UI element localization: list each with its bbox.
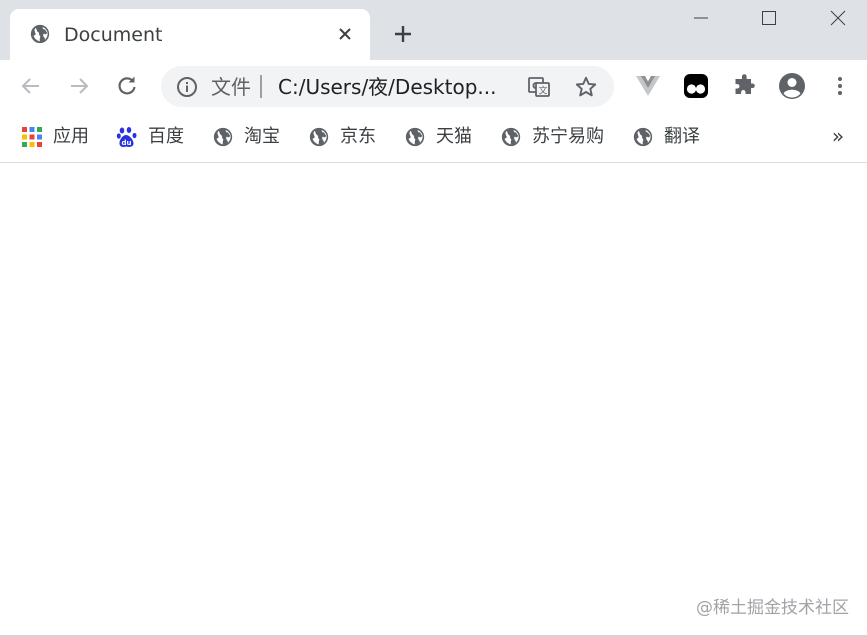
bookmarks-bar: 应用 du 百度 淘宝 京东 天猫 苏宁易购 翻译 » — [0, 112, 867, 163]
maximize-icon — [762, 11, 776, 25]
tampermonkey-extension[interactable] — [682, 72, 710, 100]
vue-devtools-icon — [636, 76, 660, 96]
globe-icon — [30, 24, 50, 44]
watermark-text: @稀土掘金技术社区 — [696, 598, 849, 618]
back-button[interactable] — [17, 72, 45, 100]
toolbar: 文件 C:/Users/夜/Desktop... G 文 — [0, 60, 867, 112]
profile-button[interactable] — [778, 72, 806, 100]
browser-menu-button[interactable] — [826, 72, 854, 100]
globe-icon — [405, 127, 425, 147]
minimize-button[interactable] — [686, 6, 716, 30]
bookmark-label: 百度 — [148, 126, 184, 147]
bookmark-label: 应用 — [53, 126, 89, 147]
baidu-paw-icon: du — [116, 127, 137, 147]
bookmark-baidu[interactable]: du 百度 — [116, 124, 184, 150]
apps-grid-icon — [22, 127, 42, 147]
bookmark-label: 淘宝 — [244, 126, 280, 147]
bookmark-translate[interactable]: 翻译 — [632, 124, 700, 150]
browser-window: Document 文件 C:/Users/夜/Desktop... 文 应用 d… — [0, 0, 867, 637]
vue-devtools-extension[interactable] — [634, 72, 662, 100]
page-content: @稀土掘金技术社区 — [0, 163, 867, 637]
address-bar[interactable]: 文件 C:/Users/夜/Desktop... G 文 — [161, 66, 614, 107]
plus-icon — [395, 26, 411, 42]
kebab-menu-icon — [838, 77, 842, 95]
bookmark-taobao[interactable]: 淘宝 — [212, 124, 280, 150]
bookmark-tmall[interactable]: 天猫 — [404, 124, 472, 150]
globe-icon — [213, 127, 233, 147]
bookmark-label: 京东 — [340, 126, 376, 147]
reload-button[interactable] — [113, 72, 141, 100]
account-icon — [779, 73, 805, 99]
back-arrow-icon — [21, 78, 39, 94]
svg-text:文: 文 — [539, 85, 548, 97]
tab-title: Document — [64, 24, 163, 46]
window-close-button[interactable] — [823, 6, 853, 30]
globe-icon — [633, 127, 653, 147]
url-separator — [260, 75, 262, 98]
bookmark-jd[interactable]: 京东 — [308, 124, 376, 150]
bookmark-label: 天猫 — [436, 126, 472, 147]
close-icon — [830, 10, 846, 26]
bookmark-apps[interactable]: 应用 — [21, 124, 89, 150]
url-text[interactable]: C:/Users/夜/Desktop... — [278, 74, 496, 100]
close-icon — [339, 28, 351, 40]
translate-icon[interactable]: G 文 — [527, 75, 551, 99]
info-icon[interactable] — [176, 76, 198, 98]
globe-icon — [309, 127, 329, 147]
minimize-icon — [694, 17, 708, 19]
extensions-button[interactable] — [730, 72, 758, 100]
tampermonkey-icon — [684, 74, 708, 98]
puzzle-icon — [735, 74, 755, 94]
forward-arrow-icon — [71, 78, 89, 94]
svg-text:du: du — [122, 139, 132, 147]
bookmark-label: 翻译 — [664, 126, 700, 147]
star-icon[interactable] — [574, 75, 598, 99]
tab-strip: Document — [0, 0, 867, 60]
url-scheme-label: 文件 — [211, 75, 251, 99]
maximize-button[interactable] — [754, 6, 784, 30]
bookmark-suning[interactable]: 苏宁易购 — [500, 124, 604, 150]
new-tab-button[interactable] — [389, 20, 417, 48]
forward-button[interactable] — [65, 72, 93, 100]
tab-document[interactable]: Document — [10, 9, 370, 60]
reload-icon — [118, 76, 136, 95]
bookmarks-overflow-button[interactable]: » — [827, 124, 849, 148]
bookmark-label: 苏宁易购 — [532, 126, 604, 147]
globe-icon — [501, 127, 521, 147]
tab-close-button[interactable] — [333, 22, 357, 46]
